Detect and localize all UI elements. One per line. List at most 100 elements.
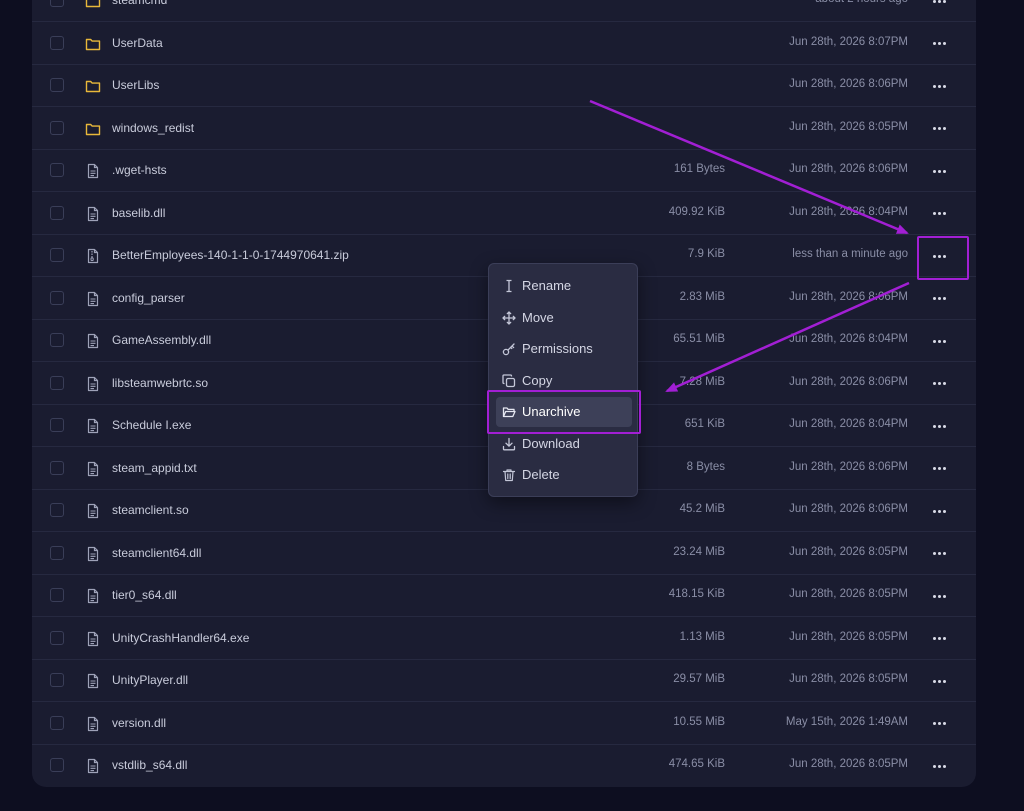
table-row[interactable]: UnityPlayer.dll 29.57 MiB Jun 28th, 2026 8… xyxy=(32,660,976,702)
menu-item-label: Rename xyxy=(522,278,572,293)
row-checkbox[interactable] xyxy=(50,418,64,432)
more-options-button[interactable] xyxy=(928,544,950,564)
folder-open-icon xyxy=(502,405,516,419)
more-options-button[interactable] xyxy=(928,0,950,11)
menu-item-delete[interactable]: Delete xyxy=(496,460,632,490)
more-dots-icon xyxy=(942,0,946,3)
row-checkbox[interactable] xyxy=(50,588,64,602)
file-name[interactable]: steam_appid.txt xyxy=(112,461,197,475)
menu-item-label: Copy xyxy=(522,372,553,388)
menu-item-permissions[interactable]: Permissions xyxy=(496,334,632,364)
row-checkbox[interactable] xyxy=(50,715,64,730)
row-checkbox[interactable] xyxy=(50,78,64,92)
row-checkbox[interactable] xyxy=(50,0,64,7)
more-dots-icon xyxy=(937,169,941,173)
more-dots-icon xyxy=(932,552,936,555)
file-size: 7.28 MiB xyxy=(679,375,725,388)
file-size: 10.55 MiB xyxy=(673,715,725,728)
file-name[interactable]: .wget-hsts xyxy=(112,163,167,177)
table-row[interactable]: version.dll 10.55 MiB May 15th, 2026 1:49A… xyxy=(32,703,976,745)
file-name[interactable]: baselib.dll xyxy=(112,206,165,220)
more-options-button[interactable] xyxy=(928,459,950,479)
menu-item-copy[interactable]: Copy xyxy=(496,366,632,396)
file-modified-date: less than a minute ago xyxy=(792,248,908,260)
file-size: 1.13 MiB xyxy=(679,630,725,643)
file-name[interactable]: tier0_s64.dll xyxy=(112,588,177,602)
file-name[interactable]: BetterEmployees-140-1-1-0-1744970641.zip xyxy=(112,248,349,262)
more-options-button[interactable] xyxy=(928,501,950,521)
row-checkbox[interactable] xyxy=(50,248,64,262)
more-options-button[interactable] xyxy=(928,119,950,139)
table-row[interactable]: UserData Jun 28th, 2026 8:07PM xyxy=(32,23,976,65)
row-checkbox[interactable] xyxy=(50,630,64,645)
file-name[interactable]: steamcmd xyxy=(112,0,167,7)
file-modified-date: May 15th, 2026 1:49AM xyxy=(785,715,908,728)
row-checkbox[interactable] xyxy=(50,205,64,220)
file-icon xyxy=(85,461,101,477)
row-checkbox[interactable] xyxy=(50,758,64,772)
row-checkbox[interactable] xyxy=(50,35,64,50)
table-row[interactable]: tier0_s64.dll 418.15 KiB Jun 28th, 2026 8:… xyxy=(32,575,976,617)
table-row[interactable]: baselib.dll 409.92 KiB Jun 28th, 2026 8:04… xyxy=(32,193,976,235)
more-options-button[interactable] xyxy=(928,671,950,691)
row-checkbox[interactable] xyxy=(50,673,64,687)
more-options-button[interactable] xyxy=(928,76,950,96)
more-options-button[interactable] xyxy=(928,416,950,436)
file-name[interactable]: config_parser xyxy=(112,291,185,305)
file-size: 651 KiB xyxy=(684,418,725,430)
menu-item-unarchive[interactable]: Unarchive xyxy=(496,397,632,427)
row-checkbox[interactable] xyxy=(50,460,64,475)
file-name[interactable]: UnityCrashHandler64.exe xyxy=(112,631,249,645)
file-name[interactable]: vstdlib_s64.dll xyxy=(112,758,187,772)
more-dots-icon xyxy=(937,424,941,428)
menu-item-move[interactable]: Move xyxy=(496,303,632,333)
row-checkbox[interactable] xyxy=(50,503,64,517)
more-options-button[interactable] xyxy=(928,714,950,734)
move-icon xyxy=(502,310,516,325)
file-size: 23.24 MiB xyxy=(673,545,725,558)
more-options-button[interactable] xyxy=(928,246,950,266)
more-options-button[interactable] xyxy=(928,161,950,181)
table-row[interactable]: .wget-hsts 161 Bytes Jun 28th, 2026 8:06PM xyxy=(32,150,976,192)
file-name[interactable]: steamclient64.dll xyxy=(112,546,201,560)
menu-item-download[interactable]: Download xyxy=(496,429,632,459)
file-name[interactable]: UserData xyxy=(112,36,163,50)
row-checkbox[interactable] xyxy=(50,545,64,560)
file-size: 161 Bytes xyxy=(673,163,725,175)
row-checkbox[interactable] xyxy=(50,120,64,135)
row-checkbox[interactable] xyxy=(50,163,64,177)
table-row[interactable]: vstdlib_s64.dll 474.65 KiB Jun 28th, 2026 … xyxy=(32,745,976,787)
file-name[interactable]: windows_redist xyxy=(112,121,194,135)
file-modified-date: Jun 28th, 2026 8:07PM xyxy=(789,35,908,48)
file-name[interactable]: version.dll xyxy=(112,716,166,730)
more-options-button[interactable] xyxy=(928,289,950,309)
file-name[interactable]: UserLibs xyxy=(112,78,159,92)
file-name[interactable]: libsteamwebrtc.so xyxy=(112,376,208,390)
more-options-button[interactable] xyxy=(928,586,950,606)
more-options-button[interactable] xyxy=(928,756,950,776)
table-row[interactable]: steamcmd about 2 hours ago xyxy=(32,0,976,22)
more-dots-icon xyxy=(932,679,936,683)
row-checkbox[interactable] xyxy=(50,290,64,305)
table-row[interactable]: steamclient64.dll 23.24 MiB Jun 28th, 2026… xyxy=(32,533,976,575)
file-name[interactable]: steamclient.so xyxy=(112,503,189,517)
row-checkbox[interactable] xyxy=(50,333,64,347)
file-name[interactable]: UnityPlayer.dll xyxy=(112,673,188,687)
file-icon xyxy=(85,206,101,222)
table-row[interactable]: windows_redist Jun 28th, 2026 8:05PM xyxy=(32,108,976,150)
menu-item-rename[interactable]: Rename xyxy=(496,271,632,301)
file-name[interactable]: GameAssembly.dll xyxy=(112,333,211,347)
file-size: 7.9 KiB xyxy=(687,248,725,260)
table-row[interactable]: UnityCrashHandler64.exe 1.13 MiB Jun 28th,… xyxy=(32,618,976,660)
file-name[interactable]: Schedule I.exe xyxy=(112,418,191,432)
row-checkbox[interactable] xyxy=(50,375,64,390)
more-options-button[interactable] xyxy=(928,34,950,54)
more-dots-icon xyxy=(942,127,946,130)
more-options-button[interactable] xyxy=(928,374,950,394)
more-options-button[interactable] xyxy=(928,331,950,351)
file-size: 2.83 MiB xyxy=(679,290,725,303)
more-options-button[interactable] xyxy=(928,629,950,649)
table-row[interactable]: UserLibs Jun 28th, 2026 8:06PM xyxy=(32,65,976,107)
more-dots-icon xyxy=(932,339,936,343)
more-options-button[interactable] xyxy=(928,204,950,224)
